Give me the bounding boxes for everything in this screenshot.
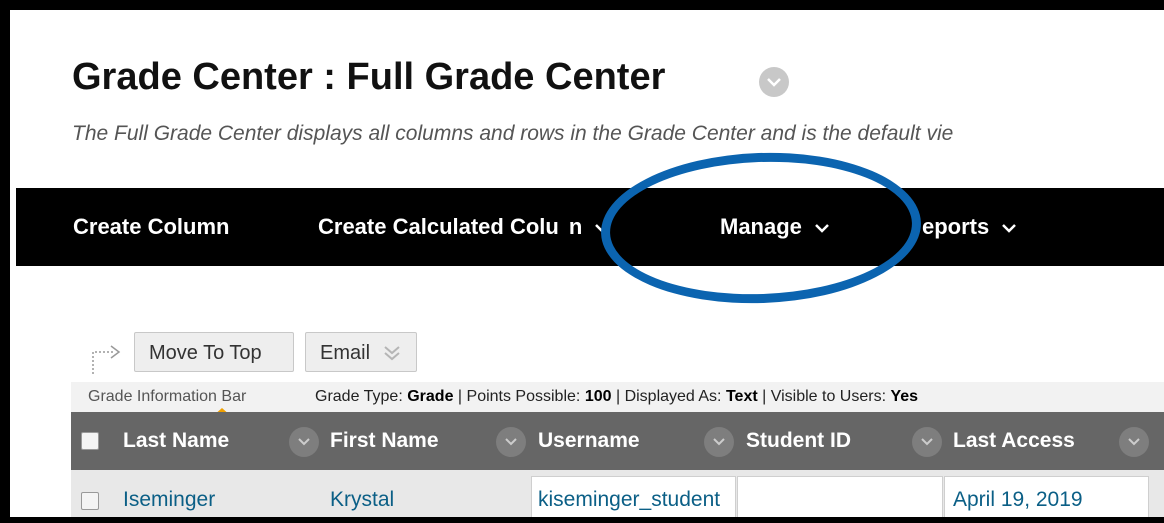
create-calculated-column-label: Create Calculated Colu — [318, 214, 559, 239]
cell-last-name[interactable]: Iseminger — [123, 470, 215, 517]
visible-to-users-value: Yes — [890, 388, 919, 405]
column-menu-chevron-icon[interactable] — [496, 427, 526, 457]
grade-type-value: Grade — [407, 388, 454, 405]
column-menu-chevron-icon[interactable] — [1119, 427, 1149, 457]
grade-center-page: Grade Center : Full Grade Center The Ful… — [16, 16, 1164, 517]
row-select-checkbox[interactable] — [81, 492, 99, 510]
reports-menu[interactable]: eports — [922, 214, 1017, 240]
select-all-checkbox[interactable] — [81, 432, 99, 450]
column-header-student-id[interactable]: Student ID — [746, 412, 851, 470]
grade-information-bar: Grade Information Bar Grade Type: Grade … — [71, 382, 1164, 416]
column-menu-chevron-icon[interactable] — [704, 427, 734, 457]
column-header-last-name[interactable]: Last Name — [123, 412, 229, 470]
create-column-label: Create Column — [73, 214, 230, 239]
email-button-label: Email — [320, 342, 371, 364]
move-arrow-icon — [89, 342, 125, 381]
manage-highlight-annotation — [598, 147, 924, 309]
grade-information-text: Grade Type: Grade | Points Possible: 100… — [315, 388, 919, 405]
column-menu-chevron-icon[interactable] — [289, 427, 319, 457]
points-possible-label: Points Possible: — [466, 388, 581, 405]
visible-to-users-label: Visible to Users: — [770, 388, 887, 405]
move-to-top-button[interactable]: Move To Top — [134, 332, 294, 372]
displayed-as-label: Displayed As: — [624, 388, 722, 405]
create-column-button[interactable]: Create Column — [73, 214, 229, 240]
create-calculated-column-menu[interactable]: Create Calculated Colu n — [318, 214, 610, 240]
chevron-down-icon — [1001, 214, 1017, 240]
cell-first-name[interactable]: Krystal — [330, 470, 394, 517]
page-title: Grade Center : Full Grade Center — [72, 56, 666, 98]
page-description: The Full Grade Center displays all colum… — [72, 122, 954, 145]
points-possible-value: 100 — [584, 388, 612, 405]
displayed-as-value: Text — [725, 388, 758, 405]
email-menu-button[interactable]: Email — [305, 332, 417, 372]
page-options-chevron-icon[interactable] — [759, 67, 789, 97]
grade-table-header: Last Name First Name Username Student ID… — [71, 412, 1164, 470]
action-bar: Create Column Create Calculated Colu n M… — [16, 188, 1164, 266]
column-header-first-name[interactable]: First Name — [330, 412, 439, 470]
cell-last-access[interactable]: April 19, 2019 — [953, 470, 1083, 517]
reports-label: eports — [922, 214, 990, 239]
table-row[interactable]: Iseminger Krystal kiseminger_student Apr… — [71, 470, 1164, 517]
create-calculated-column-label-tail: n — [568, 214, 583, 239]
column-menu-chevron-icon[interactable] — [912, 427, 942, 457]
column-header-username[interactable]: Username — [538, 412, 640, 470]
double-chevron-down-icon — [384, 346, 400, 361]
grade-type-label: Grade Type: — [315, 388, 403, 405]
cell-username[interactable]: kiseminger_student — [538, 470, 720, 517]
cell-student-id-box — [737, 476, 943, 517]
column-header-last-access[interactable]: Last Access — [953, 412, 1075, 470]
